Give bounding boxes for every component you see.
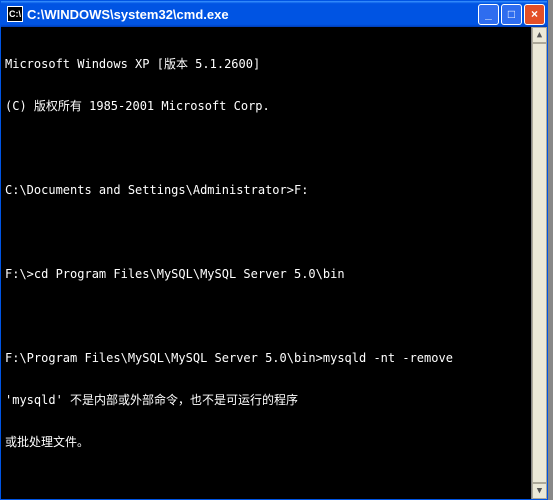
prompt-line: F:\>cd Program Files\MySQL\MySQL Server … — [5, 267, 543, 281]
cmd-icon: C:\ — [7, 6, 23, 22]
output-line — [5, 477, 543, 491]
prompt-line: C:\Documents and Settings\Administrator>… — [5, 183, 543, 197]
prompt-line: F:\Program Files\MySQL\MySQL Server 5.0\… — [5, 351, 543, 365]
terminal-area[interactable]: Microsoft Windows XP [版本 5.1.2600] (C) 版… — [1, 27, 547, 499]
output-line: Microsoft Windows XP [版本 5.1.2600] — [5, 57, 543, 71]
scroll-up-button[interactable]: ▲ — [532, 27, 547, 43]
close-button[interactable]: × — [524, 4, 545, 25]
maximize-button[interactable]: □ — [501, 4, 522, 25]
window-title: C:\WINDOWS\system32\cmd.exe — [27, 7, 476, 22]
scroll-track[interactable] — [532, 43, 547, 483]
scroll-thumb[interactable] — [532, 43, 547, 483]
output-line — [5, 225, 543, 239]
output-line: (C) 版权所有 1985-2001 Microsoft Corp. — [5, 99, 543, 113]
output-line — [5, 141, 543, 155]
minimize-button[interactable]: _ — [478, 4, 499, 25]
scroll-down-button[interactable]: ▼ — [532, 483, 547, 499]
titlebar[interactable]: C:\ C:\WINDOWS\system32\cmd.exe _ □ × — [1, 1, 547, 27]
output-line: 'mysqld' 不是内部或外部命令，也不是可运行的程序 — [5, 393, 543, 407]
output-line — [5, 309, 543, 323]
output-line: 或批处理文件。 — [5, 435, 543, 449]
cmd-window: C:\ C:\WINDOWS\system32\cmd.exe _ □ × Mi… — [0, 0, 548, 500]
scrollbar[interactable]: ▲ ▼ — [531, 27, 547, 499]
